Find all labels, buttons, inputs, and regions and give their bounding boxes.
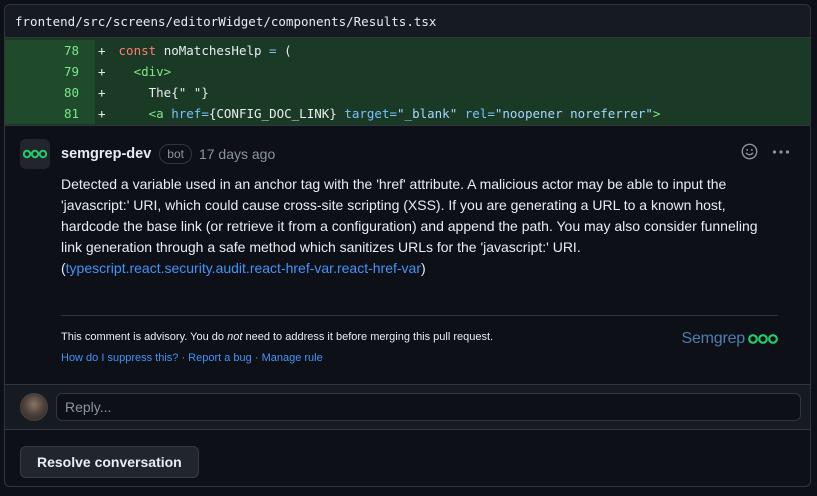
comment-timestamp[interactable]: 17 days ago (199, 146, 275, 162)
comment-author[interactable]: semgrep-dev (61, 146, 151, 162)
code-token: > (652, 106, 661, 121)
comment-actions (741, 143, 790, 160)
advisory-text-emphasis: not (227, 331, 243, 343)
semgrep-wordmark: Semgrep (681, 330, 745, 347)
suppress-help-link[interactable]: How do I suppress this? (61, 352, 178, 364)
diff-sign: + (98, 106, 106, 121)
diff-line: 81 + <a href={CONFIG_DOC_LINK} target="_b… (5, 103, 810, 124)
line-number[interactable]: 80 (5, 82, 95, 103)
code-text: const noMatchesHelp = ( (111, 43, 292, 58)
advisory-footer: This comment is advisory. You do not nee… (61, 315, 778, 365)
diff-sign: + (98, 85, 106, 100)
diff-line: 80 + The{" "} (5, 82, 810, 103)
file-path[interactable]: frontend/src/screens/editorWidget/compon… (15, 14, 436, 29)
advisory-text-pre: This comment is advisory. You do (61, 331, 228, 343)
semgrep-avatar[interactable] (20, 139, 50, 169)
comment-header: semgrep-dev bot 17 days ago (20, 139, 794, 169)
code-token: The{" "} (111, 85, 209, 100)
user-avatar[interactable] (20, 393, 48, 421)
advisory-text-post: need to address it before merging this p… (242, 331, 494, 343)
link-separator: · (178, 352, 189, 364)
code-token: const (111, 43, 164, 58)
manage-rule-link[interactable]: Manage rule (262, 352, 323, 364)
file-header: frontend/src/screens/editorWidget/compon… (5, 5, 810, 38)
code-token: <div> (133, 64, 172, 79)
code-token: "noopener noreferrer" (494, 106, 653, 121)
report-bug-link[interactable]: Report a bug (188, 352, 252, 364)
diff-line: 79 + <div> (5, 61, 810, 82)
resolve-area: Resolve conversation (5, 429, 810, 486)
code-token: ( (284, 43, 292, 58)
diff-sign: + (98, 43, 106, 58)
line-number[interactable]: 78 (5, 40, 95, 61)
semgrep-brand[interactable]: Semgrep (681, 330, 778, 348)
diff-line: 78 + const noMatchesHelp = ( (5, 40, 810, 61)
smiley-icon[interactable] (741, 143, 758, 160)
reply-placeholder: Reply... (65, 399, 112, 415)
code-token: {CONFIG_DOC_LINK} (208, 106, 345, 121)
diff-hunk: 78 + const noMatchesHelp = (79 + <div> 80 + … (5, 38, 810, 126)
link-separator: · (251, 352, 262, 364)
comment-body: Detected a variable used in an anchor ta… (61, 174, 778, 279)
code-text: <div> (111, 64, 172, 79)
review-comment: semgrep-dev bot 17 days ago Detected a v… (5, 126, 810, 365)
review-thread: frontend/src/screens/editorWidget/compon… (4, 4, 811, 487)
code-token: rel= (464, 106, 495, 121)
kebab-icon[interactable] (772, 149, 790, 155)
code-token: target= (344, 106, 398, 121)
resolve-conversation-button[interactable]: Resolve conversation (20, 446, 199, 478)
code-token: = (269, 43, 285, 58)
code-token: "_blank" (397, 106, 465, 121)
semgrep-mark-icon (748, 334, 778, 344)
comment-text: Detected a variable used in an anchor ta… (61, 176, 758, 255)
code-token: noMatchesHelp (163, 43, 270, 58)
advisory-text: This comment is advisory. You do not nee… (61, 330, 778, 344)
diff-sign: + (98, 64, 106, 79)
rule-link[interactable]: typescript.react.security.audit.react-hr… (66, 260, 421, 276)
reply-input[interactable]: Reply... (56, 393, 801, 421)
code-text: The{" "} (111, 85, 209, 100)
bot-badge: bot (159, 144, 192, 164)
line-number[interactable]: 79 (5, 61, 95, 82)
rule-close-paren: ) (420, 260, 426, 276)
code-token: <a (148, 106, 172, 121)
line-number[interactable]: 81 (5, 103, 95, 124)
semgrep-logo-icon (23, 149, 47, 159)
code-token: href= (171, 106, 209, 121)
code-text: <a href={CONFIG_DOC_LINK} target="_blank… (111, 106, 661, 121)
advisory-links: How do I suppress this? · Report a bug ·… (61, 351, 778, 365)
reply-bar: Reply... (5, 384, 810, 429)
